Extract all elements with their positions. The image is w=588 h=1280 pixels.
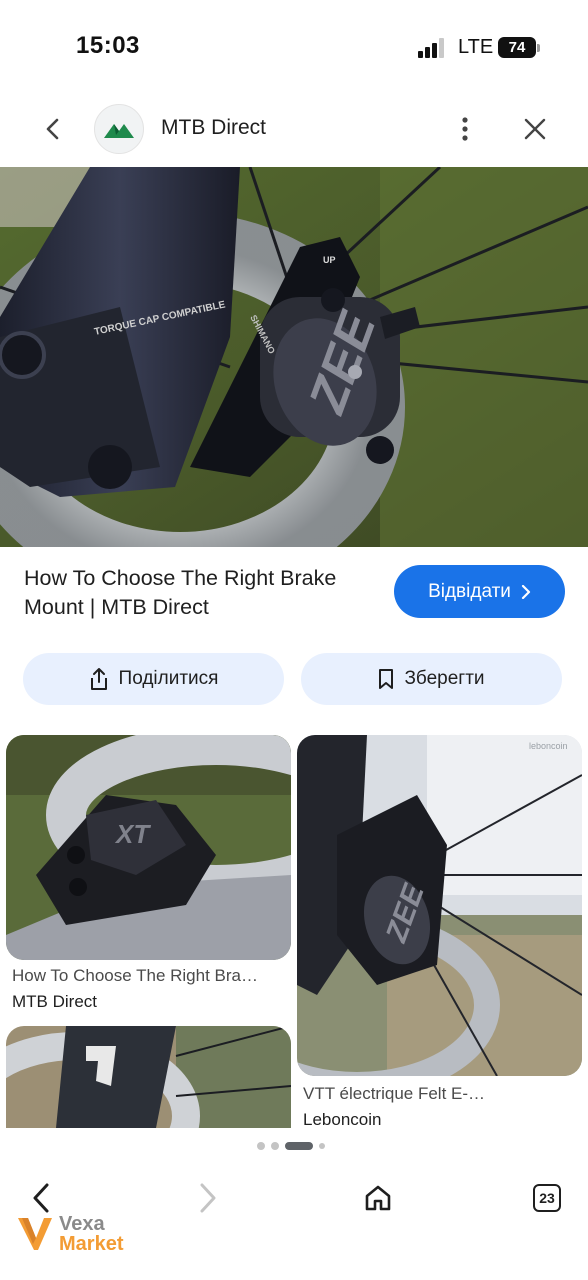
more-vert-icon [462, 117, 468, 141]
bottom-navigation: 23 [0, 1128, 588, 1280]
related-image-3[interactable] [6, 1026, 291, 1128]
battery-icon: 74 [498, 37, 536, 58]
brake-caliper-photo: TORQUE CAP COMPATIBLE UP ZEE SHIMANO [0, 167, 588, 547]
related-photo-2: ZEE leboncoin [297, 735, 582, 1076]
related-photo-3 [6, 1026, 291, 1128]
related-photo-1: XT [6, 735, 291, 960]
site-name[interactable]: MTB Direct [161, 116, 266, 140]
home-button[interactable] [356, 1176, 400, 1220]
main-image[interactable]: TORQUE CAP COMPATIBLE UP ZEE SHIMANO [0, 167, 588, 547]
save-button[interactable]: Зберегти [301, 653, 562, 705]
svg-text:XT: XT [114, 819, 151, 849]
home-icon [365, 1185, 391, 1211]
svg-text:leboncoin: leboncoin [529, 741, 568, 751]
watermark-line-2: Market [59, 1233, 124, 1255]
more-options-button[interactable] [446, 110, 484, 148]
visit-button[interactable]: Відвідати [394, 565, 565, 618]
related-source-2: Leboncoin [303, 1110, 382, 1129]
related-title-2[interactable]: VTT électrique Felt E-… [303, 1084, 581, 1104]
vexa-logo-icon [18, 1218, 52, 1250]
share-icon [90, 668, 107, 690]
close-button[interactable] [516, 110, 554, 148]
status-time: 15:03 [76, 32, 140, 59]
page-dot [319, 1143, 325, 1149]
page-dot [271, 1142, 279, 1150]
page-dot [257, 1142, 265, 1150]
signal-strength-icon [418, 38, 448, 58]
status-bar: 15:03 LTE 74 [0, 0, 588, 92]
watermark-line-1: Vexa [59, 1213, 105, 1235]
related-image-1[interactable]: XT [6, 735, 291, 960]
tab-count: 23 [533, 1184, 561, 1212]
battery-tip [537, 44, 540, 52]
battery-level: 74 [508, 39, 526, 56]
share-label: Поділитися [118, 668, 219, 689]
header: MTB Direct [0, 92, 588, 166]
network-type: LTE [458, 36, 494, 58]
chevron-right-icon [521, 584, 531, 599]
bookmark-icon [379, 669, 394, 689]
back-button[interactable] [34, 110, 72, 148]
back-arrow-icon [33, 1183, 49, 1213]
site-logo[interactable] [94, 104, 144, 154]
page-dot-active [285, 1142, 313, 1150]
visit-label: Відвідати [428, 580, 511, 602]
forward-arrow-icon [200, 1183, 216, 1213]
back-arrow-icon [46, 118, 59, 140]
related-title-1[interactable]: How To Choose The Right Bra… [12, 966, 290, 986]
tabs-button[interactable]: 23 [525, 1176, 569, 1220]
mtb-direct-logo-icon [104, 124, 134, 138]
close-icon [524, 118, 546, 140]
watermark: Vexa Market [16, 1212, 146, 1256]
save-label: Зберегти [404, 668, 485, 689]
result-title[interactable]: How To Choose The Right Brake Mount | MT… [24, 564, 376, 622]
nav-forward-button[interactable] [186, 1176, 230, 1220]
related-image-2[interactable]: ZEE leboncoin [297, 735, 582, 1076]
share-button[interactable]: Поділитися [23, 653, 284, 705]
mount-text: UP [323, 255, 336, 265]
related-source-1: MTB Direct [12, 992, 97, 1011]
